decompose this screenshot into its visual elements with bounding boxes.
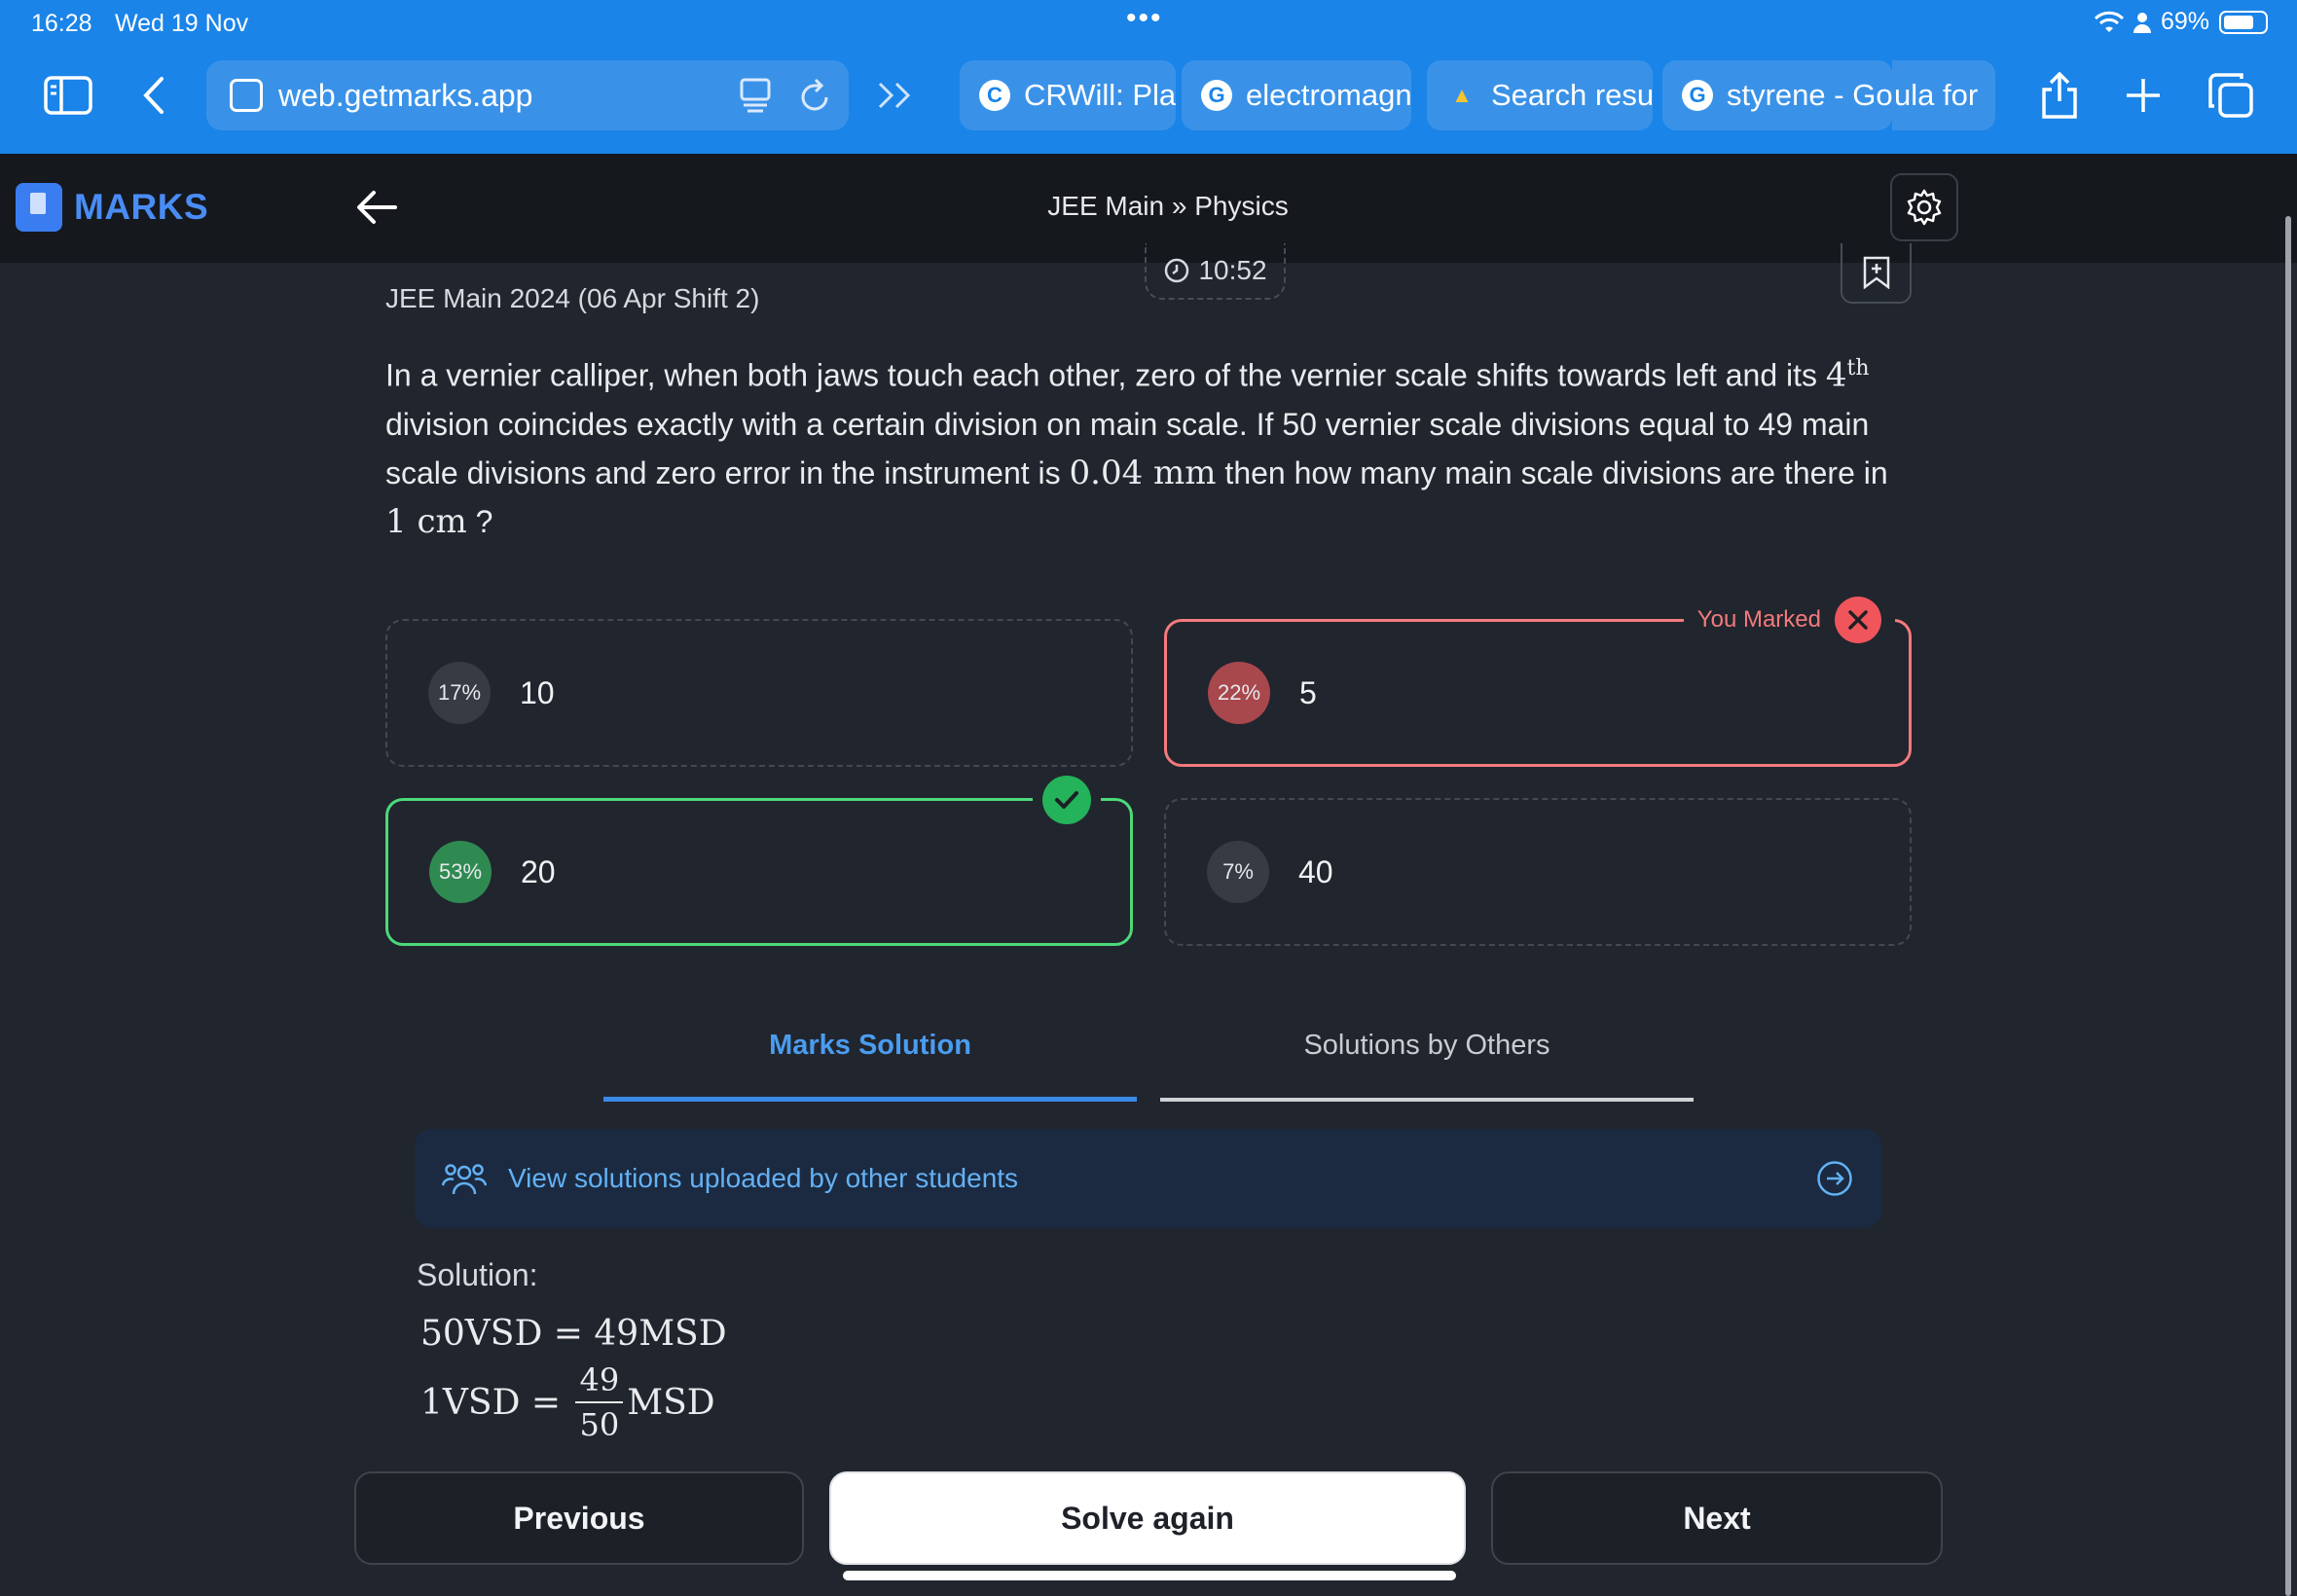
bookmark-button[interactable] xyxy=(1841,243,1912,304)
question-timer: 10:52 xyxy=(1145,243,1286,300)
solution-equation-1: 50VSD = 49MSD xyxy=(420,1314,727,1354)
arrow-circle-right-icon xyxy=(1817,1161,1852,1196)
option-percent: 53% xyxy=(429,841,492,903)
previous-button[interactable]: Previous xyxy=(354,1471,804,1565)
status-right: 69% xyxy=(2094,8,2268,36)
tab-favicon-icon: C xyxy=(979,80,1010,111)
status-date: Wed 19 Nov xyxy=(115,10,249,37)
ordinal-math: 4 xyxy=(1825,355,1847,395)
drive-icon: ▲ xyxy=(1451,83,1473,107)
option-d[interactable]: 7% 40 xyxy=(1164,798,1912,946)
scrollbar[interactable] xyxy=(2285,216,2291,1596)
tab-marks-solution[interactable]: Marks Solution xyxy=(603,1012,1137,1102)
solution-label: Solution: xyxy=(417,1257,538,1292)
option-percent: 17% xyxy=(428,662,491,724)
tab-4[interactable]: G styrene - Go xyxy=(1662,60,1892,130)
exam-label: JEE Main 2024 (06 Apr Shift 2) xyxy=(385,283,760,313)
you-marked-label: You Marked xyxy=(1696,606,1821,633)
tab-solutions-by-others[interactable]: Solutions by Others xyxy=(1160,1012,1694,1102)
option-value: 20 xyxy=(521,853,556,889)
view-others-text: View solutions uploaded by other student… xyxy=(508,1163,1019,1193)
option-a[interactable]: 17% 10 xyxy=(385,619,1133,767)
tab-3[interactable]: ▲ Search resu xyxy=(1427,60,1653,130)
multitask-dots-icon[interactable]: ••• xyxy=(1126,2,1163,35)
status-time: 16:28 xyxy=(31,10,92,37)
battery-percent: 69% xyxy=(2160,8,2209,35)
option-b[interactable]: 22% 5 You Marked xyxy=(1164,597,1912,767)
tab-overview-icon[interactable] xyxy=(2207,58,2254,132)
correct-badge xyxy=(1033,776,1101,824)
next-button[interactable]: Next xyxy=(1491,1471,1943,1565)
tab-5[interactable]: ula for xyxy=(1892,60,1995,130)
ordinal-suffix: th xyxy=(1846,356,1870,381)
person-icon xyxy=(2133,12,2151,33)
eq2-rhs: MSD xyxy=(627,1382,715,1423)
url-actions xyxy=(740,76,831,115)
option-value: 10 xyxy=(520,674,555,710)
reload-icon[interactable] xyxy=(798,76,831,115)
view-others-banner[interactable]: View solutions uploaded by other student… xyxy=(415,1129,1882,1228)
tab-1[interactable]: C CRWill: Play xyxy=(960,60,1176,130)
status-bar: 16:28 Wed 19 Nov ••• 69% xyxy=(0,2,2297,47)
sidebar-toggle-icon[interactable] xyxy=(43,58,93,132)
tab-label: styrene - Go xyxy=(1727,78,1892,112)
share-icon[interactable] xyxy=(2038,58,2081,132)
browser-chrome: 16:28 Wed 19 Nov ••• 69% web.getmarks.ap… xyxy=(0,0,2297,154)
solve-again-button[interactable]: Solve again xyxy=(829,1471,1466,1565)
tab-label: Search resu xyxy=(1491,78,1653,112)
tab-label: ula for xyxy=(1894,78,1979,112)
gear-icon xyxy=(1907,189,1942,226)
option-value: 40 xyxy=(1298,853,1333,889)
home-indicator[interactable] xyxy=(843,1571,1456,1580)
new-tab-icon[interactable] xyxy=(2122,58,2165,132)
bookmark-plus-icon xyxy=(1863,256,1889,289)
tabs-overflow-icon[interactable] xyxy=(874,58,917,132)
google-icon: G xyxy=(1682,80,1713,111)
tab-2[interactable]: G electromagn xyxy=(1182,60,1411,130)
length-math: 1 cm xyxy=(385,501,467,541)
tab-label: electromagn xyxy=(1246,78,1411,112)
settings-button[interactable] xyxy=(1890,173,1958,241)
question-part: ? xyxy=(466,503,493,539)
tab-label: CRWill: Play xyxy=(1024,78,1176,112)
battery-icon xyxy=(2219,10,2268,34)
browser-back-icon[interactable] xyxy=(136,58,171,132)
people-icon xyxy=(442,1164,487,1195)
fraction: 49 50 xyxy=(575,1359,624,1446)
question-text: In a vernier calliper, when both jaws to… xyxy=(385,345,1914,546)
question-part: then how many main scale divisions are t… xyxy=(1216,454,1888,490)
timer-value: 10:52 xyxy=(1198,255,1267,285)
solution-equation-2: 1VSD = 49 50 MSD xyxy=(420,1359,715,1446)
option-c[interactable]: 53% 20 xyxy=(385,776,1133,946)
wrong-cross-icon xyxy=(1835,597,1881,643)
option-percent: 7% xyxy=(1207,841,1269,903)
reader-icon[interactable] xyxy=(740,76,771,115)
question-part: In a vernier calliper, when both jaws to… xyxy=(385,357,1826,393)
site-favicon-icon xyxy=(230,79,263,112)
url-text: web.getmarks.app xyxy=(278,77,533,113)
clock-icon xyxy=(1165,258,1189,283)
option-value: 5 xyxy=(1299,674,1317,710)
option-percent: 22% xyxy=(1208,662,1270,724)
zero-error-math: 0.04 mm xyxy=(1069,453,1217,492)
fraction-numerator: 49 xyxy=(575,1359,624,1403)
solution-tabs: Marks Solution Solutions by Others xyxy=(603,1012,1694,1102)
wifi-icon xyxy=(2094,11,2124,32)
google-icon: G xyxy=(1201,80,1232,111)
browser-toolbar: web.getmarks.app C CRWill: Play G electr… xyxy=(0,58,2297,132)
correct-check-icon xyxy=(1042,776,1091,824)
eq2-lhs: 1VSD = xyxy=(420,1382,572,1423)
you-marked-badge: You Marked xyxy=(1683,597,1895,643)
url-bar[interactable]: web.getmarks.app xyxy=(206,60,849,130)
fraction-denominator: 50 xyxy=(579,1406,620,1443)
